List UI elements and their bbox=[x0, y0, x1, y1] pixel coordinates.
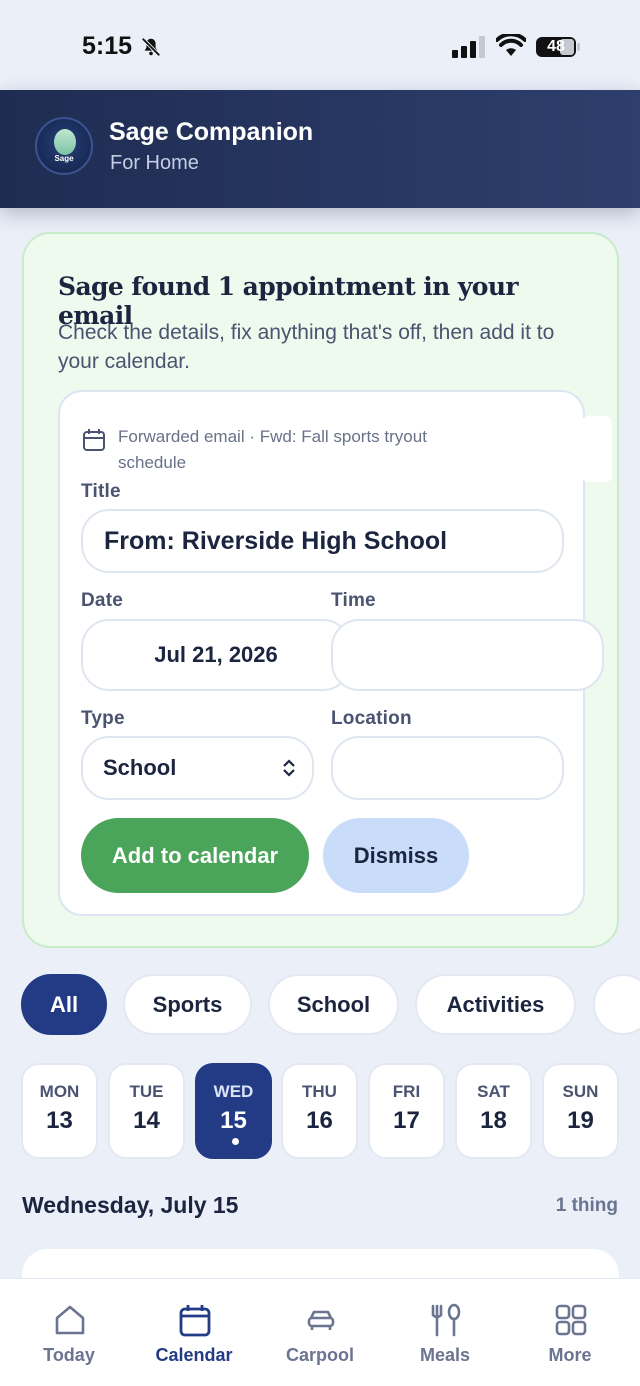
nav-label: More bbox=[548, 1345, 592, 1365]
day-fri[interactable]: FRI 17 bbox=[368, 1063, 445, 1159]
logo-text: Sage bbox=[54, 154, 74, 163]
day-number: 13 bbox=[46, 1107, 73, 1134]
nav-meals[interactable]: Meals bbox=[381, 1279, 509, 1386]
bottom-nav: Today Calendar Carpool Meals More bbox=[0, 1278, 640, 1386]
status-time: 5:15 bbox=[82, 32, 133, 60]
date-input[interactable]: Jul 21, 2026 bbox=[81, 619, 351, 691]
time-input[interactable] bbox=[331, 619, 604, 691]
signal-icon bbox=[452, 36, 485, 58]
utensils-icon bbox=[431, 1303, 461, 1337]
day-number: 19 bbox=[567, 1107, 594, 1134]
nav-label: Carpool bbox=[285, 1345, 354, 1365]
selected-day-heading: Wednesday, July 15 bbox=[22, 1192, 239, 1218]
filter-school[interactable]: School bbox=[268, 974, 399, 1035]
battery-icon: 48 bbox=[535, 36, 581, 58]
calendar-icon bbox=[83, 429, 105, 451]
grid-icon bbox=[555, 1304, 587, 1336]
day-sun[interactable]: SUN 19 bbox=[542, 1063, 619, 1159]
day-name: FRI bbox=[392, 1082, 421, 1101]
day-name: TUE bbox=[129, 1082, 164, 1101]
nav-calendar[interactable]: Calendar bbox=[130, 1279, 258, 1386]
scroll-peek bbox=[582, 416, 612, 482]
time-label: Time bbox=[331, 590, 376, 611]
nav-label: Today bbox=[43, 1345, 95, 1365]
event-count: 1 thing bbox=[555, 1195, 618, 1216]
calendar-icon bbox=[179, 1305, 211, 1337]
nav-label: Meals bbox=[419, 1345, 471, 1365]
nav-label: Calendar bbox=[155, 1345, 233, 1365]
day-number: 14 bbox=[133, 1107, 160, 1134]
day-name: THU bbox=[302, 1082, 337, 1101]
email-appointment-card: Sage found 1 appointment in your email C… bbox=[22, 232, 619, 948]
day-name: SAT bbox=[477, 1082, 510, 1101]
app-logo: Sage bbox=[35, 117, 93, 175]
filter-all[interactable]: All bbox=[21, 974, 107, 1035]
day-name: MON bbox=[39, 1082, 80, 1101]
day-number: 18 bbox=[480, 1107, 507, 1134]
day-sat[interactable]: SAT 18 bbox=[455, 1063, 532, 1159]
day-name: WED bbox=[213, 1082, 254, 1101]
day-wed[interactable]: WED 15 bbox=[195, 1063, 272, 1159]
bell-off-icon bbox=[141, 37, 161, 57]
card-description: Check the details, fix anything that's o… bbox=[58, 321, 555, 373]
type-label: Type bbox=[81, 708, 125, 729]
type-value: School bbox=[103, 755, 177, 780]
app-header: Sage Sage Companion For Home bbox=[0, 90, 640, 208]
filter-activities[interactable]: Activities bbox=[415, 974, 576, 1035]
app-subtitle: For Home bbox=[110, 152, 199, 174]
chevron-updown-icon bbox=[283, 759, 295, 777]
leaf-icon bbox=[54, 129, 76, 155]
app-title: Sage Companion bbox=[109, 118, 314, 146]
appointment-form: Forwarded email · Fwd: Fall sports tryou… bbox=[58, 390, 604, 916]
location-input[interactable] bbox=[331, 736, 564, 800]
status-bar: 5:15 48 bbox=[0, 0, 640, 90]
day-tue[interactable]: TUE 14 bbox=[108, 1063, 185, 1159]
add-to-calendar-button[interactable]: Add to calendar bbox=[81, 818, 309, 893]
location-label: Location bbox=[331, 708, 412, 729]
battery-level: 48 bbox=[547, 38, 565, 55]
date-label: Date bbox=[81, 590, 123, 611]
day-mon[interactable]: MON 13 bbox=[21, 1063, 98, 1159]
filter-more[interactable] bbox=[593, 974, 640, 1035]
day-name: SUN bbox=[562, 1082, 599, 1101]
nav-more[interactable]: More bbox=[506, 1279, 634, 1386]
day-number: 17 bbox=[393, 1107, 420, 1134]
wifi-icon bbox=[496, 34, 526, 56]
filter-sports[interactable]: Sports bbox=[123, 974, 252, 1035]
email-source: Forwarded email · Fwd: Fall sports tryou… bbox=[118, 427, 427, 472]
day-thu[interactable]: THU 16 bbox=[281, 1063, 358, 1159]
day-number: 16 bbox=[306, 1107, 333, 1134]
event-dot bbox=[232, 1138, 239, 1145]
title-input[interactable]: From: Riverside High School bbox=[81, 509, 564, 573]
nav-carpool[interactable]: Carpool bbox=[256, 1279, 384, 1386]
nav-today[interactable]: Today bbox=[5, 1279, 133, 1386]
car-icon bbox=[307, 1310, 335, 1330]
title-label: Title bbox=[81, 481, 121, 502]
home-icon bbox=[55, 1305, 85, 1335]
dismiss-button[interactable]: Dismiss bbox=[323, 818, 469, 893]
day-number: 15 bbox=[220, 1107, 247, 1134]
type-select[interactable]: School bbox=[81, 736, 314, 800]
